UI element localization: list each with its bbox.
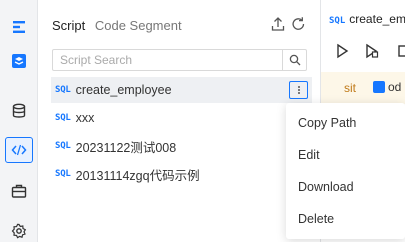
more-actions-button[interactable]	[289, 81, 308, 99]
menu-item-copy-path[interactable]: Copy Path	[286, 108, 405, 138]
script-item[interactable]: SQL create_employee	[51, 77, 312, 103]
script-item[interactable]: SQL xxx	[51, 105, 312, 131]
refresh-icon[interactable]	[291, 16, 306, 32]
datasource-icon	[373, 81, 385, 93]
toolbox-icon[interactable]	[5, 178, 33, 204]
datasource-icon[interactable]	[5, 48, 33, 74]
script-panel: Script Code Segment SQL create_employee …	[39, 0, 313, 242]
sql-tag: SQL	[329, 16, 346, 26]
tab-code-segment[interactable]: Code Segment	[95, 18, 182, 33]
panel-tabs: Script Code Segment	[52, 18, 182, 33]
menu-item-delete[interactable]: Delete	[286, 204, 405, 234]
script-name: xxx	[75, 111, 95, 125]
search-input[interactable]	[53, 50, 283, 70]
script-name: create_employee	[75, 83, 172, 97]
run-icon[interactable]	[335, 43, 349, 59]
sql-tag: SQL	[55, 169, 71, 179]
datasource-name: od	[388, 80, 402, 94]
stop-icon[interactable]	[397, 43, 405, 59]
upload-icon[interactable]	[271, 16, 285, 32]
script-item[interactable]: SQL 20231122测试008	[51, 133, 312, 159]
editor-toolbar	[321, 38, 405, 64]
editor-tab-title: create_empl	[349, 12, 405, 26]
more-icon	[297, 85, 300, 95]
search-icon	[289, 54, 301, 66]
script-item[interactable]: SQL 20131114zgq代码示例	[51, 161, 312, 187]
script-search	[52, 49, 307, 71]
tab-script[interactable]: Script	[52, 18, 85, 33]
icon-rail	[0, 0, 38, 242]
code-icon[interactable]	[5, 137, 33, 163]
editor-tab[interactable]: SQLcreate_empl	[329, 12, 405, 26]
run-selected-icon[interactable]	[365, 43, 379, 59]
sql-tag: SQL	[55, 113, 71, 123]
datasource-select[interactable]: od	[373, 80, 401, 94]
menu-item-edit[interactable]: Edit	[286, 140, 405, 170]
menu-item-download[interactable]: Download	[286, 172, 405, 202]
settings-icon[interactable]	[5, 218, 33, 242]
sql-tag: SQL	[55, 141, 71, 151]
context-menu: Copy Path Edit Download Delete	[286, 103, 405, 239]
search-button[interactable]	[282, 50, 306, 70]
script-name: 20131114zgq代码示例	[75, 168, 200, 183]
env-label[interactable]: sit	[344, 81, 356, 95]
environment-bar: sit od	[321, 72, 405, 104]
database-icon[interactable]	[5, 98, 33, 124]
panel-actions	[269, 16, 309, 34]
script-name: 20231122测试008	[75, 140, 177, 155]
sql-tag: SQL	[55, 85, 71, 95]
menu-icon[interactable]	[5, 14, 33, 40]
